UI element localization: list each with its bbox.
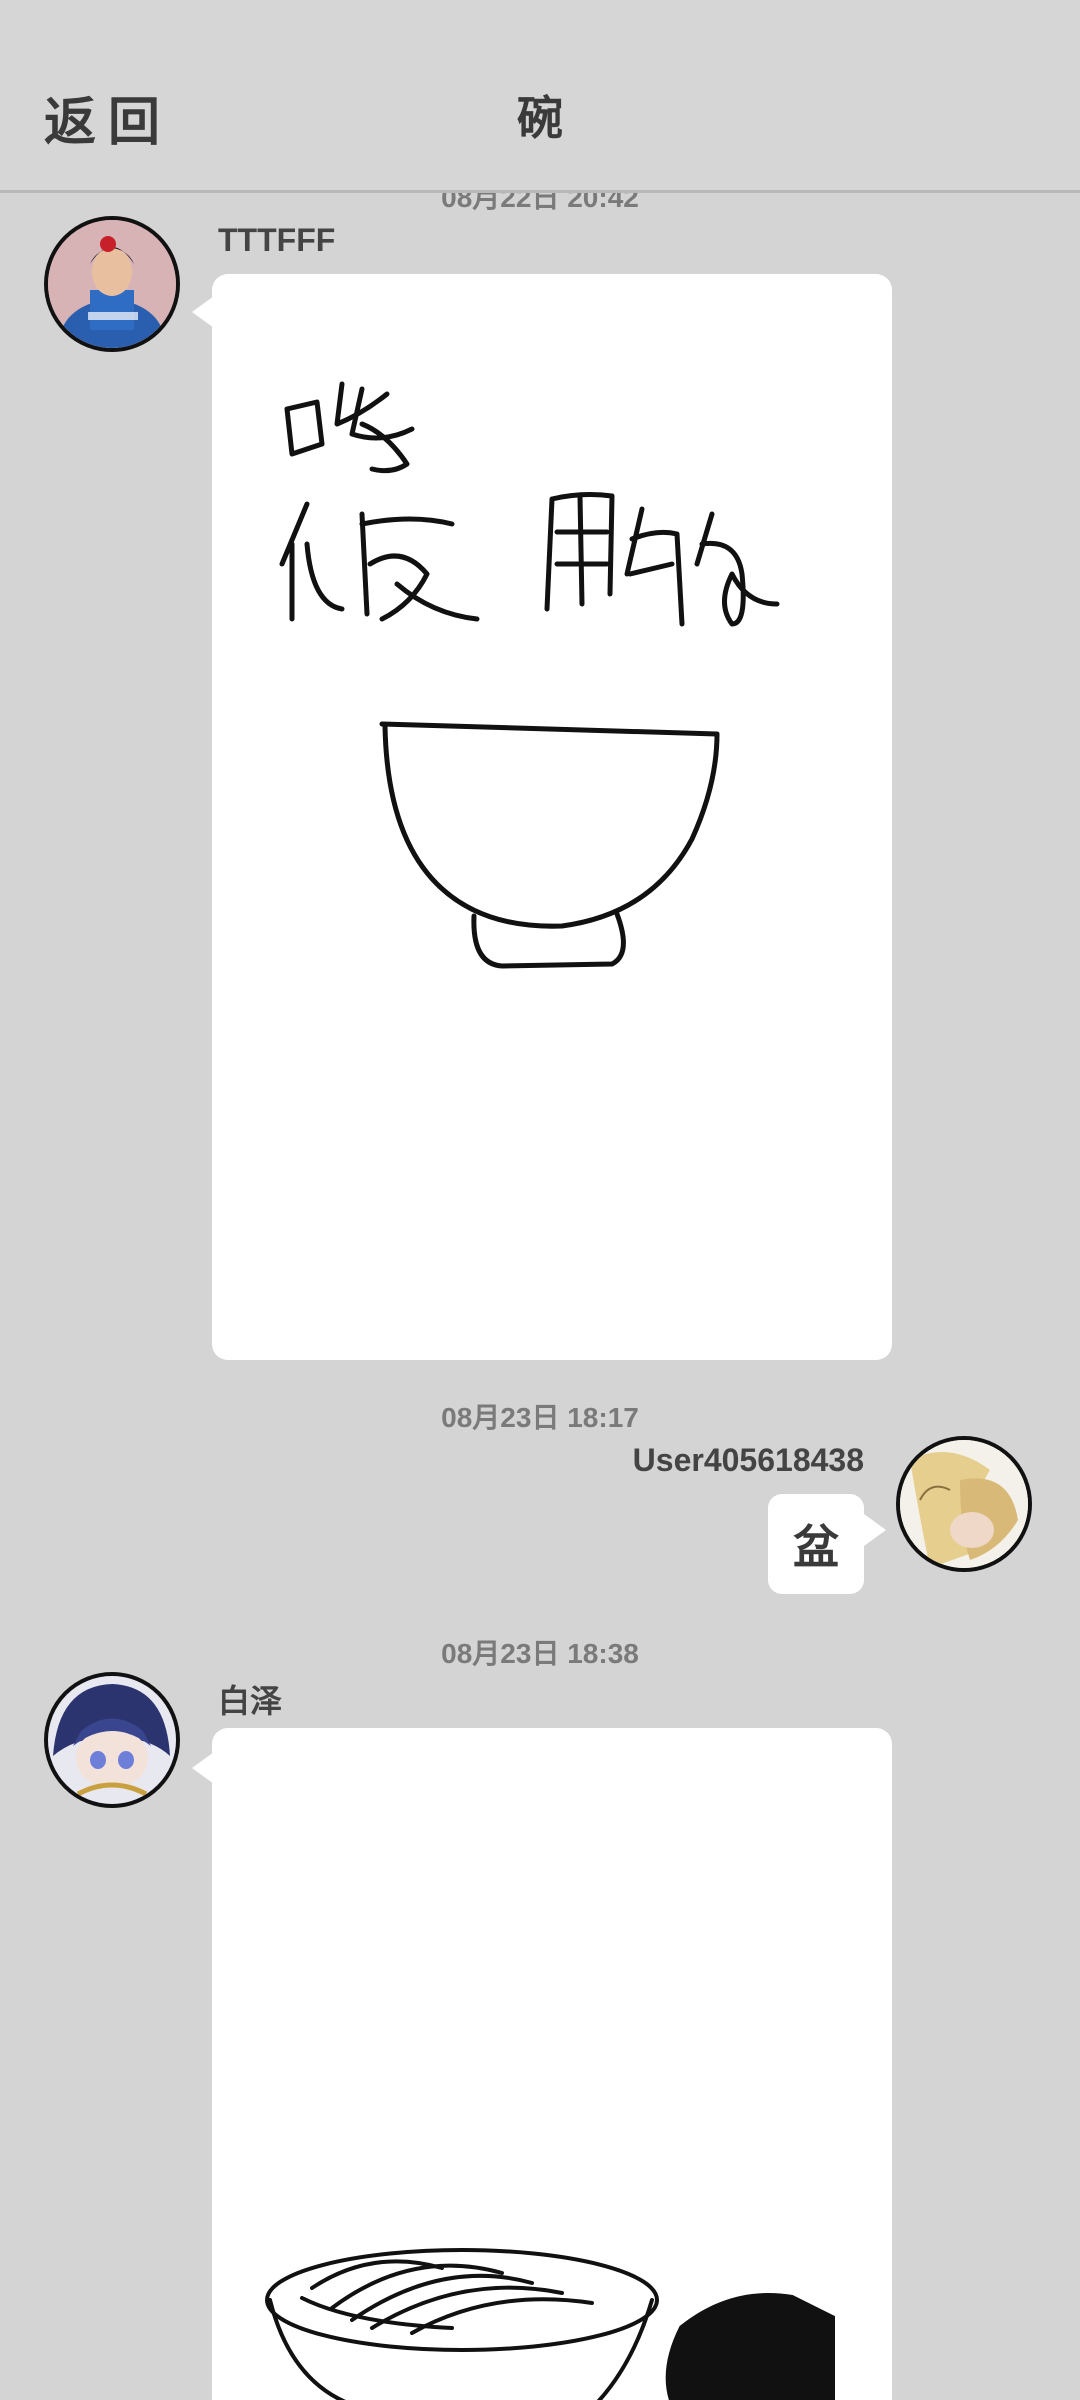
sender-name: 白泽 (218, 1683, 283, 1719)
sender-name: TTTFFF (218, 222, 336, 258)
top-bar: 返回 碗 (0, 0, 1080, 193)
handwritten-drawing (265, 2248, 835, 2400)
message-timestamp: 08月23日 18:38 (441, 1638, 639, 1669)
sender-name: User405618438 (632, 1442, 864, 1478)
bubble-tail (192, 296, 214, 328)
bubble-tail (192, 1752, 214, 1784)
message-timestamp: 08月23日 18:17 (441, 1402, 639, 1433)
bubble-tail (864, 1514, 886, 1546)
drawing-message-bubble[interactable] (212, 274, 892, 1360)
blonde-character-avatar-icon[interactable] (896, 1436, 1032, 1572)
page-title: 碗 (517, 91, 563, 145)
drawing-message-bubble[interactable] (212, 1728, 892, 2400)
chat-screen: 返回 碗 08月22日 20:42 TTTFFF 08月23日 18:17 Us… (0, 0, 1080, 2400)
text-message-bubble[interactable]: 盆 (768, 1494, 864, 1594)
anime-character-avatar-icon[interactable] (44, 1672, 180, 1808)
handwritten-drawing (279, 381, 780, 969)
woman-cartoon-avatar-icon[interactable] (44, 216, 180, 352)
